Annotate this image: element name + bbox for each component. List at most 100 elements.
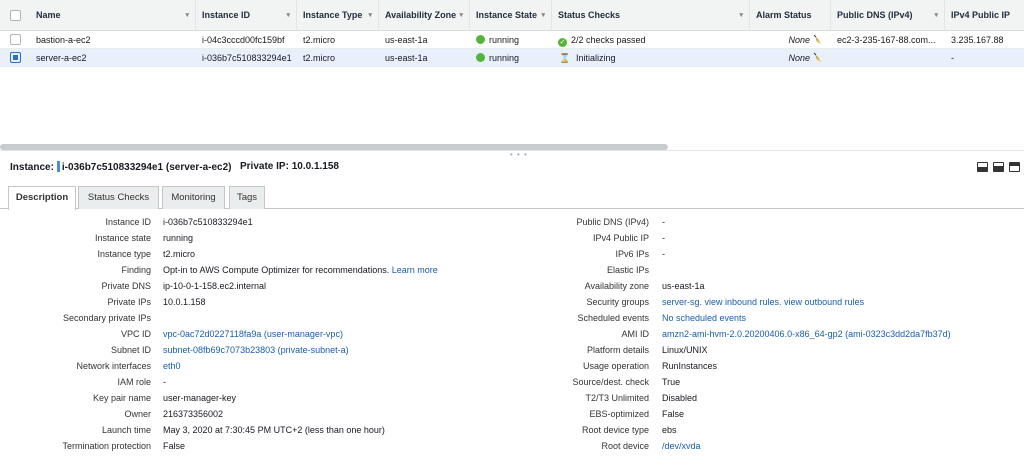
alarm-bell-icon[interactable]	[812, 34, 824, 46]
cell-state: running	[470, 31, 552, 49]
column-instance-state[interactable]: Instance State ▾	[470, 0, 552, 31]
status-checks-label: Initializing	[576, 53, 616, 63]
field-scheduled-events: Scheduled events No scheduled events	[520, 310, 1024, 326]
scheduled-events-link[interactable]: No scheduled events	[662, 310, 746, 326]
field-label: Elastic IPs	[606, 265, 649, 275]
field-value: t2.micro	[163, 249, 196, 259]
column-status-checks[interactable]: Status Checks ▾	[552, 0, 750, 31]
cell-status-checks: ⌛ Initializing	[552, 49, 750, 67]
layout-top-icon[interactable]	[1009, 162, 1020, 172]
row-checkbox-icon[interactable]	[10, 52, 21, 63]
learn-more-link[interactable]: Learn more	[392, 265, 438, 275]
sort-icon[interactable]: ▾	[541, 0, 545, 31]
sort-icon[interactable]: ▾	[459, 0, 463, 31]
column-alarm-status[interactable]: Alarm Status	[750, 0, 831, 31]
network-interface-link[interactable]: eth0	[163, 358, 181, 374]
field-t2-t3-unlimited: T2/T3 Unlimited Disabled	[520, 390, 1024, 406]
description-panel: Instance ID i-036b7c510833294e1 Instance…	[0, 214, 1024, 464]
field-value: -	[163, 377, 166, 387]
column-instance-id[interactable]: Instance ID ▾	[196, 0, 297, 31]
ami-link[interactable]: amzn2-ami-hvm-2.0.20200406.0-x86_64-gp2 …	[662, 326, 951, 342]
layout-split-icon[interactable]	[993, 162, 1004, 172]
field-label: Launch time	[101, 425, 151, 435]
column-public-ip[interactable]: IPv4 Public IP	[945, 0, 1024, 31]
tab-monitoring[interactable]: Monitoring	[162, 186, 225, 209]
field-label: Scheduled events	[577, 313, 649, 323]
cell-instance-type: t2.micro	[303, 53, 336, 63]
sort-icon[interactable]: ▾	[739, 0, 743, 31]
column-availability-zone[interactable]: Availability Zone ▾	[379, 0, 470, 31]
alarm-bell-icon[interactable]	[812, 52, 824, 64]
field-value: us-east-1a	[662, 281, 705, 291]
row-checkbox-icon[interactable]	[10, 34, 21, 45]
drag-handle-icon[interactable]: • • •	[510, 151, 530, 159]
field-label: T2/T3 Unlimited	[585, 393, 649, 403]
instances-table: Name ▾ Instance ID ▾ Instance Type ▾ Availa…	[0, 0, 1024, 150]
field-subnet-id: Subnet ID subnet-08fb69c7073b23803 (priv…	[0, 342, 520, 358]
field-label: EBS-optimized	[589, 409, 649, 419]
field-label: IPv6 IPs	[615, 249, 649, 259]
security-groups-link[interactable]: server-sg. view inbound rules. view outb…	[662, 294, 864, 310]
private-ip: Private IP: 10.0.1.158	[240, 161, 339, 172]
field-label: Availability zone	[584, 281, 649, 291]
sort-icon[interactable]: ▾	[368, 0, 372, 31]
field-instance-state: Instance state running	[0, 230, 520, 246]
state-label: running	[489, 35, 520, 45]
detail-tabs: Description Status Checks Monitoring Tag…	[0, 186, 1024, 210]
check-passed-icon: ✓	[558, 38, 567, 47]
field-source-dest-check: Source/dest. check True	[520, 374, 1024, 390]
field-value: ip-10-0-1-158.ec2.internal	[163, 281, 267, 291]
sort-icon[interactable]: ▾	[286, 0, 290, 31]
field-label: Instance type	[97, 249, 151, 259]
sort-icon[interactable]: ▾	[185, 0, 189, 31]
field-finding: Finding Opt-in to AWS Compute Optimizer …	[0, 262, 520, 278]
instance-title-value: i-036b7c510833294e1 (server-a-ec2)	[61, 162, 232, 173]
root-device-link[interactable]: /dev/xvda	[662, 438, 701, 454]
instance-title: Instance: i-036b7c510833294e1 (server-a-e…	[10, 161, 231, 173]
instance-title-label: Instance:	[10, 162, 54, 173]
cell-status-checks[interactable]: ✓ 2/2 checks passed	[552, 31, 750, 49]
cell-public-ip: -	[951, 53, 954, 63]
field-availability-zone: Availability zone us-east-1a	[520, 278, 1024, 294]
field-root-device: Root device /dev/xvda	[520, 438, 1024, 454]
field-label: Instance ID	[105, 217, 151, 227]
sort-icon[interactable]: ▾	[934, 0, 938, 31]
table-row[interactable]: bastion-a-ec2 i-04c3cccd00fc159bf t2.mic…	[0, 31, 1024, 49]
select-all-checkbox[interactable]	[10, 10, 21, 21]
field-instance-type: Instance type t2.micro	[0, 246, 520, 262]
table-row[interactable]: server-a-ec2 i-036b7c510833294e1 t2.micr…	[0, 49, 1024, 67]
field-value: -	[662, 233, 665, 243]
field-network-interfaces: Network interfaces eth0	[0, 358, 520, 374]
field-platform-details: Platform details Linux/UNIX	[520, 342, 1024, 358]
layout-bottom-icon[interactable]	[977, 162, 988, 172]
field-value: Linux/UNIX	[662, 345, 708, 355]
field-usage-operation: Usage operation RunInstances	[520, 358, 1024, 374]
field-label: Root device type	[581, 425, 649, 435]
field-value: user-manager-key	[163, 393, 237, 403]
column-instance-type[interactable]: Instance Type ▾	[297, 0, 379, 31]
field-private-dns: Private DNS ip-10-0-1-158.ec2.internal	[0, 278, 520, 294]
tab-tags[interactable]: Tags	[229, 186, 265, 209]
tab-description[interactable]: Description	[8, 186, 76, 210]
subnet-link[interactable]: subnet-08fb69c7073b23803 (private-subnet…	[163, 342, 349, 358]
field-label: IAM role	[117, 377, 151, 387]
field-label: Public DNS (IPv4)	[576, 217, 649, 227]
vpc-link[interactable]: vpc-0ac72d0227118fa9a (user-manager-vpc)	[163, 326, 343, 342]
cell-state: running	[470, 49, 552, 67]
cell-alarm: None	[788, 53, 810, 63]
column-name[interactable]: Name ▾	[30, 0, 196, 31]
column-public-dns[interactable]: Public DNS (IPv4) ▾	[831, 0, 945, 31]
field-key-pair: Key pair name user-manager-key	[0, 390, 520, 406]
field-value: Disabled	[662, 393, 698, 403]
status-checks-label: 2/2 checks passed	[571, 35, 646, 45]
field-value: -	[662, 249, 665, 259]
field-launch-time: Launch time May 3, 2020 at 7:30:45 PM UT…	[0, 422, 520, 438]
field-label: AMI ID	[621, 329, 649, 339]
field-value: Opt-in to AWS Compute Optimizer for reco…	[163, 265, 438, 275]
field-ipv4-public-ip: IPv4 Public IP -	[520, 230, 1024, 246]
running-status-icon	[476, 35, 485, 44]
cell-alarm: None	[788, 35, 810, 45]
field-value: False	[163, 441, 186, 451]
tab-status-checks[interactable]: Status Checks	[78, 186, 159, 209]
field-value: 10.0.1.158	[163, 297, 206, 307]
